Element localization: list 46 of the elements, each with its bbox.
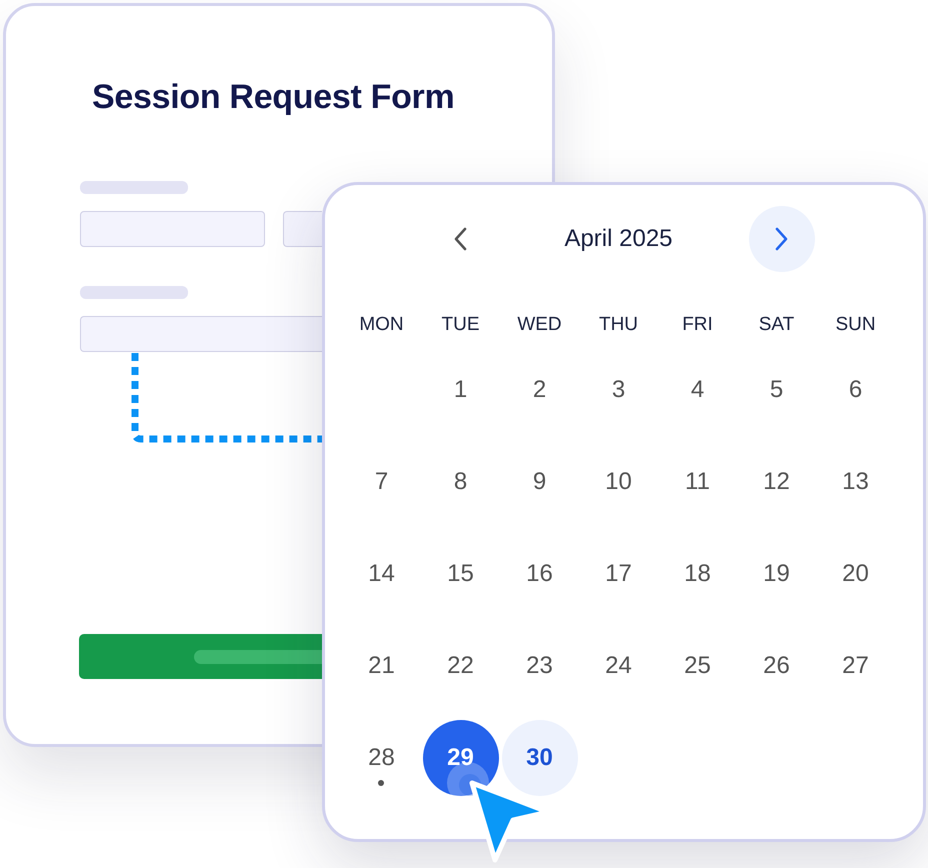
calendar-day[interactable]: 22 <box>447 652 474 680</box>
calendar-day[interactable]: 10 <box>605 468 632 496</box>
calendar-day[interactable]: 5 <box>770 376 784 404</box>
submit-button[interactable] <box>79 634 322 679</box>
calendar-day[interactable]: 14 <box>368 560 395 588</box>
calendar-day[interactable]: 18 <box>684 560 711 588</box>
calendar-day[interactable]: 7 <box>374 468 388 496</box>
calendar-day[interactable]: 19 <box>763 560 790 588</box>
calendar-day[interactable]: 8 <box>454 468 468 496</box>
calendar-day[interactable]: 25 <box>684 652 711 680</box>
calendar-day[interactable]: 16 <box>526 560 553 588</box>
input-field[interactable] <box>283 211 322 247</box>
calendar-day[interactable]: 28 <box>368 744 395 772</box>
weekday-label: TUE <box>442 314 480 336</box>
calendar-day[interactable]: 27 <box>842 652 869 680</box>
calendar-day[interactable]: 2 <box>532 376 546 404</box>
calendar-day[interactable]: 21 <box>368 652 395 680</box>
calendar-day[interactable]: 15 <box>447 560 474 588</box>
month-title: April 2025 <box>564 225 673 253</box>
calendar-day[interactable]: 11 <box>685 468 710 496</box>
input-field[interactable] <box>80 316 322 352</box>
calendar-day[interactable]: 4 <box>690 376 704 404</box>
calendar-day[interactable]: 20 <box>842 560 869 588</box>
calendar-day[interactable]: 29 <box>422 720 498 796</box>
weekday-label: MON <box>359 314 404 336</box>
calendar-day[interactable]: 13 <box>842 468 869 496</box>
calendar-day[interactable]: 12 <box>763 468 790 496</box>
calendar-day[interactable]: 1 <box>454 376 468 404</box>
calendar-day[interactable]: 26 <box>763 652 790 680</box>
previous-month-button[interactable] <box>454 227 467 251</box>
weekday-label: WED <box>517 314 562 336</box>
calendar-day[interactable]: 24 <box>605 652 632 680</box>
form-title: Session Request Form <box>92 77 454 117</box>
calendar-day[interactable]: 9 <box>532 468 546 496</box>
calendar-day[interactable]: 3 <box>612 376 626 404</box>
weekday-label: SUN <box>835 314 876 336</box>
weekday-label: THU <box>598 314 638 336</box>
chevron-left-icon <box>454 227 467 251</box>
calendar-day[interactable]: 6 <box>848 376 862 404</box>
chevron-right-icon <box>775 227 788 251</box>
calendar-day[interactable]: 30 <box>502 720 578 796</box>
calendar-day[interactable]: 17 <box>605 560 632 588</box>
calendar-day[interactable]: 23 <box>526 652 553 680</box>
input-field[interactable] <box>80 211 265 247</box>
weekday-label: SAT <box>758 314 794 336</box>
weekday-label: FRI <box>682 314 713 336</box>
